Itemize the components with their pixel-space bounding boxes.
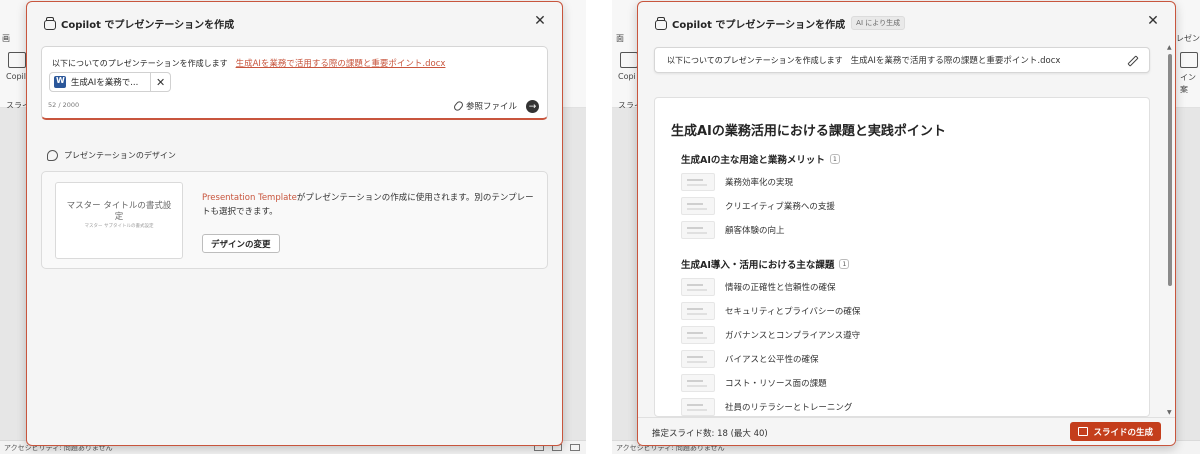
design-heading: プレゼンテーションのデザイン xyxy=(47,150,176,161)
outline-item[interactable]: 顧客体験の向上 xyxy=(681,220,785,240)
outline-item[interactable]: 業務効率化の実現 xyxy=(681,172,793,192)
outline-item-label: バイアスと公平性の確保 xyxy=(725,355,819,365)
slides-icon xyxy=(1078,427,1089,436)
char-count: 52 / 2000 xyxy=(48,101,80,109)
slide-thumbnail-icon xyxy=(681,350,715,368)
word-file-icon xyxy=(54,76,66,88)
outline-item-label: 社員のリテラシーとトレーニング xyxy=(725,403,853,413)
outline-item-label: 情報の正確性と信頼性の確保 xyxy=(725,283,836,293)
design-card: マスター タイトルの書式設定 マスター サブタイトルの書式設定 Presenta… xyxy=(41,171,548,269)
file-chip-label: 生成AIを業務で... xyxy=(70,78,139,88)
slide-thumbnail-icon xyxy=(681,302,715,320)
ribbon-label: 案 xyxy=(1180,85,1188,94)
outline-item-label: 業務効率化の実現 xyxy=(725,178,794,188)
reference-file-button[interactable]: 参照ファイル xyxy=(452,99,517,113)
outline-item[interactable]: 情報の正確性と信頼性の確保 xyxy=(681,277,836,297)
slide-thumbnail-icon xyxy=(681,173,715,191)
outline-item[interactable]: クリエイティブ業務への支援 xyxy=(681,196,835,216)
prompt-prefix: 以下についてのプレゼンテーションを作成します xyxy=(52,58,228,68)
ai-generated-badge: AI により生成 xyxy=(851,16,906,30)
outline-item[interactable]: 社員のリテラシーとトレーニング xyxy=(681,397,853,416)
prompt-line: 以下についてのプレゼンテーションを作成します 生成AIを業務で活用する際の課題と… xyxy=(52,57,446,70)
outline-title: 生成AIの業務活用における課題と実践ポイント xyxy=(671,124,946,139)
copilot-dialog-left: Copilot でプレゼンテーションを作成 ✕ 以下についてのプレゼンテーション… xyxy=(26,1,563,446)
design-description: Presentation Templateがプレゼンテーションの作成に使用されま… xyxy=(202,191,537,219)
arrow-right-icon: → xyxy=(528,101,537,112)
copilot-ribbon-icon[interactable] xyxy=(8,52,26,68)
copilot-dialog-right: Copilot でプレゼンテーションを作成 AI により生成 ✕ 以下についての… xyxy=(637,1,1176,446)
attached-file-chip[interactable]: 生成AIを業務で... ✕ xyxy=(49,72,171,92)
slide-thumbnail-icon xyxy=(681,278,715,296)
generate-button-label: スライドの生成 xyxy=(1093,427,1153,438)
design-heading-label: プレゼンテーションのデザイン xyxy=(64,151,176,160)
template-thumbnail: マスター タイトルの書式設定 マスター サブタイトルの書式設定 xyxy=(55,182,183,259)
thumbnail-title: マスター タイトルの書式設定 xyxy=(66,201,172,222)
outline-item-label: クリエイティブ業務への支援 xyxy=(725,202,835,212)
prompt-file: 生成AIを業務で活用する際の課題と重要ポイント.docx xyxy=(850,56,1061,66)
dialog-title: Copilot でプレゼンテーションを作成 xyxy=(61,19,235,31)
pencil-icon[interactable] xyxy=(1127,55,1139,67)
prompt-input[interactable]: 以下についてのプレゼンテーションを作成します 生成AIを業務で活用する際の課題と… xyxy=(41,46,548,120)
outline-item[interactable]: ガバナンスとコンプライアンス遵守 xyxy=(681,325,860,345)
send-button[interactable]: → xyxy=(526,100,539,113)
close-button[interactable]: ✕ xyxy=(1145,13,1161,29)
thumbnail-subtitle: マスター サブタイトルの書式設定 xyxy=(84,224,154,229)
paperclip-icon xyxy=(452,99,465,113)
dialog-title: Copilot でプレゼンテーションを作成 xyxy=(672,19,846,31)
prompt-prefix: 以下についてのプレゼンテーションを作成します xyxy=(667,55,843,65)
close-icon: ✕ xyxy=(534,13,546,29)
outline-section-heading: 生成AI導入・活用における主な課題 1 xyxy=(681,257,850,271)
ribbon-label: 画 xyxy=(2,34,10,43)
outline-item-label: コスト・リソース面の課題 xyxy=(725,379,827,389)
generate-slides-button[interactable]: スライドの生成 xyxy=(1070,422,1161,441)
remove-file-button[interactable]: ✕ xyxy=(150,73,170,91)
scroll-thumb[interactable] xyxy=(1168,54,1172,286)
close-icon: ✕ xyxy=(1147,13,1159,29)
palette-icon xyxy=(47,150,58,161)
estimated-slide-count: 推定スライド数: 18 (最大 40) xyxy=(652,429,768,439)
change-design-button[interactable]: デザインの変更 xyxy=(202,234,280,253)
section-heading-text: 生成AIの主な用途と業務メリット xyxy=(681,155,825,166)
reference-file-label: 参照ファイル xyxy=(465,102,517,112)
slide-thumbnail-icon xyxy=(681,197,715,215)
close-icon: ✕ xyxy=(155,75,166,89)
outline-section-heading: 生成AIの主な用途と業務メリット 1 xyxy=(681,152,840,166)
prompt-file-link[interactable]: 生成AIを業務で活用する際の課題と重要ポイント.docx xyxy=(236,57,446,69)
designer-ribbon-icon[interactable] xyxy=(1180,52,1198,68)
citation-badge[interactable]: 1 xyxy=(839,259,850,269)
copilot-icon xyxy=(43,17,56,30)
outline-item[interactable]: セキュリティとプライバシーの確保 xyxy=(681,301,860,321)
ribbon-label: Copi xyxy=(618,72,636,81)
close-button[interactable]: ✕ xyxy=(532,13,548,29)
outline-item[interactable]: バイアスと公平性の確保 xyxy=(681,349,819,369)
dialog-header: Copilot でプレゼンテーションを作成 xyxy=(43,14,234,32)
scroll-down-icon[interactable]: ▼ xyxy=(1167,409,1172,416)
ribbon-label: 面 xyxy=(616,34,624,43)
screenshot-gap xyxy=(586,0,612,454)
dialog-footer: 推定スライド数: 18 (最大 40) スライドの生成 xyxy=(638,417,1175,445)
slide-thumbnail-icon xyxy=(681,374,715,392)
prompt-summary: 以下についてのプレゼンテーションを作成します 生成AIを業務で活用する際の課題と… xyxy=(654,47,1150,73)
copilot-icon xyxy=(654,17,667,30)
outline-panel: 生成AIの業務活用における課題と実践ポイント 生成AIの主な用途と業務メリット … xyxy=(654,97,1150,417)
dialog-header: Copilot でプレゼンテーションを作成 AI により生成 xyxy=(654,14,906,32)
slide-thumbnail-icon xyxy=(681,326,715,344)
slide-thumbnail-icon xyxy=(681,221,715,239)
copilot-ribbon-icon[interactable] xyxy=(620,52,638,68)
outline-scrollbar[interactable]: ▲ ▼ xyxy=(1167,44,1173,416)
outline-item-label: ガバナンスとコンプライアンス遵守 xyxy=(725,331,861,341)
outline-item-label: セキュリティとプライバシーの確保 xyxy=(725,307,861,317)
outline-item[interactable]: コスト・リソース面の課題 xyxy=(681,373,827,393)
slide-thumbnail-icon xyxy=(681,398,715,416)
outline-item-label: 顧客体験の向上 xyxy=(725,226,785,236)
template-name[interactable]: Presentation Template xyxy=(202,193,297,203)
ribbon-label: イン xyxy=(1180,73,1196,82)
scroll-up-icon[interactable]: ▲ xyxy=(1167,44,1172,51)
section-heading-text: 生成AI導入・活用における主な課題 xyxy=(681,260,835,271)
citation-badge[interactable]: 1 xyxy=(829,154,840,164)
